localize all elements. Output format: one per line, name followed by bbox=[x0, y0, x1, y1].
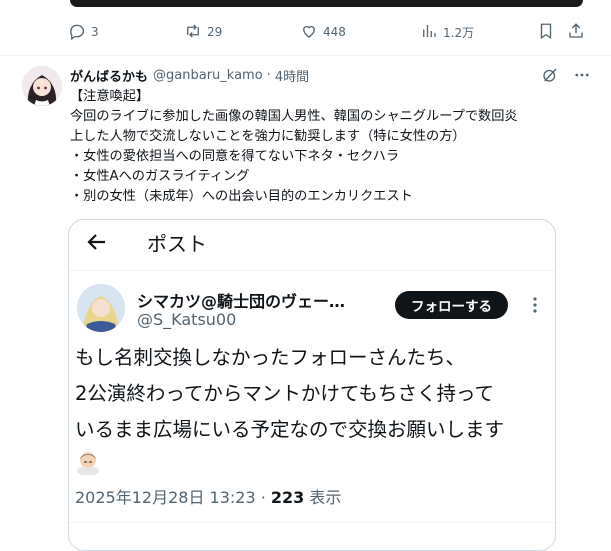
author-handle[interactable]: @ganbaru_kamo bbox=[153, 68, 263, 83]
embedded-text-line: 2公演終わってからマントかけてもちさく持って bbox=[75, 382, 494, 405]
view-count: 1.2万 bbox=[443, 25, 475, 40]
author-name[interactable]: がんばるかも bbox=[70, 66, 148, 85]
quoted-media-bottom-edge bbox=[70, 0, 583, 7]
post-text-line: 今回のライブに参加した画像の韓国人男性、韓国のシャニグループで数回炎 bbox=[70, 109, 518, 124]
heart-icon bbox=[300, 22, 318, 43]
like-count: 448 bbox=[323, 25, 346, 39]
previous-post-action-bar: 3 29 448 1.2万 bbox=[68, 22, 588, 42]
embedded-author-handle: @S_Katsu00 bbox=[137, 310, 237, 329]
embedded-top-bar: ポスト bbox=[69, 220, 555, 271]
embedded-views-number: 223 bbox=[270, 488, 305, 507]
reply-button[interactable]: 3 bbox=[68, 22, 99, 42]
post-text-line: 【注意喚起】 bbox=[70, 89, 150, 104]
views-button[interactable]: 1.2万 bbox=[420, 22, 474, 42]
embedded-views-label: 表示 bbox=[304, 488, 342, 507]
post-time[interactable]: 4時間 bbox=[275, 66, 309, 85]
embedded-follow-button: フォローする bbox=[395, 291, 508, 319]
embedded-text-line: いるまま広場にいる予定なので交換お願いします bbox=[75, 418, 505, 441]
repost-button[interactable]: 29 bbox=[184, 22, 222, 42]
embedded-post-text: もし名刺交換しなかったフォローさんたち、 2公演終わってからマントかけてもちさく… bbox=[75, 340, 504, 448]
bookmark-button[interactable] bbox=[537, 22, 555, 42]
embedded-more-options-icon bbox=[531, 296, 539, 318]
share-button[interactable] bbox=[567, 22, 585, 42]
embedded-text-line: もし名刺交換しなかったフォローさんたち、 bbox=[75, 346, 466, 369]
post-divider bbox=[0, 55, 611, 56]
embedded-divider bbox=[69, 522, 555, 523]
embedded-post-screenshot[interactable]: ポスト シマカツ@騎士団のヴェー… @S_Katsu00 フォローする もし名刺… bbox=[68, 219, 556, 551]
post-text-line: ・女性の愛依担当への同意を得てない下ネタ・セクハラ bbox=[70, 149, 400, 164]
embedded-post-meta: 2025年12月28日 13:23 · 223 表示 bbox=[75, 484, 341, 508]
bookmark-icon bbox=[537, 22, 555, 43]
post-text-line: ・別の女性（未成年）への出会い目的のエンカリクエスト bbox=[70, 189, 413, 204]
reply-count: 3 bbox=[91, 25, 99, 39]
repost-count: 29 bbox=[207, 25, 223, 39]
bowing-person-emoji-icon bbox=[75, 449, 101, 476]
post-header: がんばるかも @ganbaru_kamo · 4時間 bbox=[70, 65, 309, 85]
analytics-icon bbox=[420, 22, 438, 43]
post-text: 【注意喚起】 今回のライブに参加した画像の韓国人男性、韓国のシャニグループで数回… bbox=[70, 87, 595, 207]
author-avatar[interactable] bbox=[22, 66, 62, 106]
embedded-author-name: シマカツ@騎士団のヴェー… bbox=[137, 292, 346, 311]
post-text-line: 上した人物で交流しないことを強力に勧奨します（特に女性の方） bbox=[70, 129, 466, 144]
post-header-actions bbox=[541, 66, 591, 84]
separator-dot: · bbox=[266, 67, 271, 83]
post-text-line: ・女性Aへのガスライティング bbox=[70, 169, 250, 184]
back-arrow-icon bbox=[85, 230, 109, 258]
like-button[interactable]: 448 bbox=[300, 22, 346, 42]
grok-icon[interactable] bbox=[541, 66, 559, 84]
embedded-author-avatar bbox=[77, 284, 125, 332]
more-options-icon[interactable] bbox=[573, 66, 591, 84]
embedded-page-title: ポスト bbox=[147, 232, 207, 256]
reply-icon bbox=[68, 22, 86, 43]
share-icon bbox=[567, 22, 585, 43]
repost-icon bbox=[184, 22, 202, 43]
embedded-post-date: 2025年12月28日 13:23 · bbox=[75, 488, 271, 507]
